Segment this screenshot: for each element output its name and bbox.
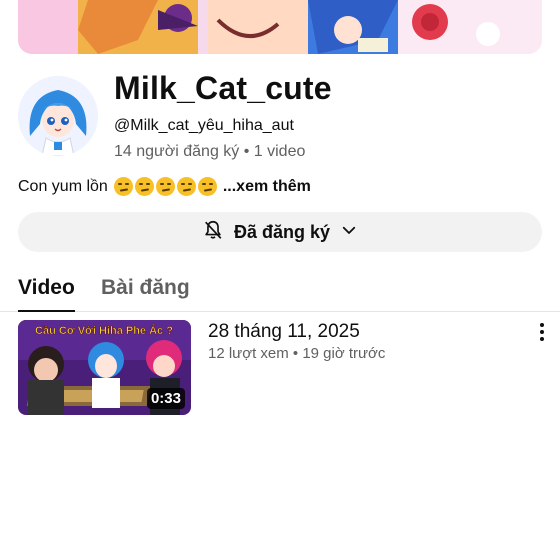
video-duration: 0:33 [146,388,185,409]
active-tab-indicator [18,310,75,312]
unamused-face-icon [197,177,217,196]
subscribed-label: Đã đăng ký [233,221,331,242]
unamused-face-icon [155,177,175,196]
channel-name: Milk_Cat_cute [114,70,332,106]
tab-video[interactable]: Video [18,276,75,300]
chevron-down-icon [340,221,358,244]
channel-avatar[interactable] [18,76,98,156]
channel-tabs: Video Bài đăng [0,264,560,312]
channel-banner [18,0,542,54]
unamused-face-icon [134,177,154,196]
unamused-face-icon [176,177,196,196]
tab-posts[interactable]: Bài đăng [101,276,190,300]
unamused-face-icon [113,177,133,196]
subscribed-button[interactable]: Đã đăng ký [18,212,542,252]
bell-off-icon [202,219,224,246]
more-options-icon[interactable] [534,321,550,343]
unamused-emoji-group [113,177,217,196]
video-meta: 12 lượt xem • 19 giờ trước [208,345,386,362]
show-more-link[interactable]: ...xem thêm [223,178,311,196]
thumbnail-caption: Cầu Cơ Với Hiha Phe Ác ? [35,324,173,337]
video-list-item[interactable]: Cầu Cơ Với Hiha Phe Ác ? 0:33 28 tháng 1… [0,318,560,418]
video-title[interactable]: 28 tháng 11, 2025 [208,321,360,343]
channel-stats: 14 người đăng ký • 1 video [114,143,306,160]
channel-description[interactable]: Con yum lồn ...xem thêm [18,177,311,196]
video-thumbnail[interactable]: Cầu Cơ Với Hiha Phe Ác ? 0:33 [18,320,191,415]
description-text: Con yum lồn [18,177,108,195]
channel-handle: @Milk_cat_yêu_hiha_aut [114,117,294,134]
